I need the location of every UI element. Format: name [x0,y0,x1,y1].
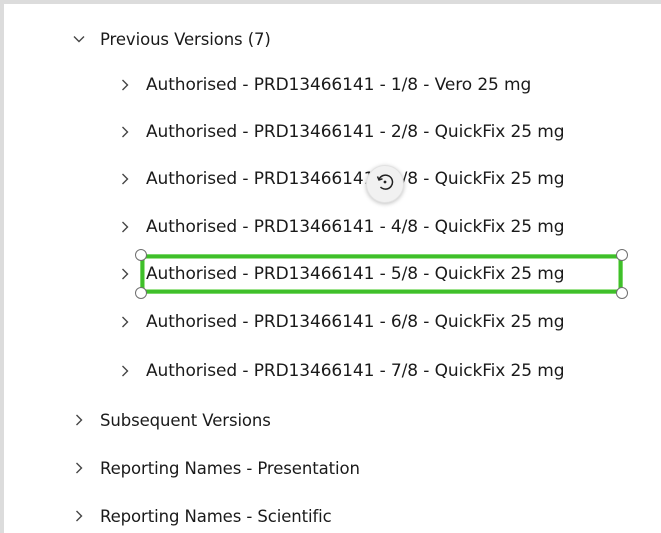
chevron-right-icon[interactable] [118,315,132,329]
chevron-right-icon[interactable] [72,509,86,523]
tree-node-label: Authorised - PRD13466141 - 7/8 - QuickFi… [146,361,565,381]
resize-handle-top-left[interactable] [135,249,147,261]
resize-handle-bottom-left[interactable] [135,287,147,299]
resize-handle-bottom-right[interactable] [616,287,628,299]
chevron-right-icon[interactable] [118,78,132,92]
tree-node-version[interactable]: Authorised - PRD13466141 - 4/8 - QuickFi… [118,212,565,242]
tree-node-label: Authorised - PRD13466141 - 6/8 - QuickFi… [146,312,565,332]
tree-node-label: Authorised - PRD13466141 - 4/8 - QuickFi… [146,217,565,237]
tree-node-label: Subsequent Versions [100,410,271,430]
tree-node-previous-versions[interactable]: Previous Versions (7) [72,24,271,54]
chevron-down-icon[interactable] [72,32,86,46]
tree-node-version[interactable]: Authorised - PRD13466141 - 1/8 - Vero 25… [118,70,531,100]
tree-node-version[interactable]: Authorised - PRD13466141 - 7/8 - QuickFi… [118,356,565,386]
tree-node-label: Authorised - PRD13466141 - 2/8 - QuickFi… [146,122,565,142]
rotate-button[interactable] [366,165,404,203]
tree-node-version[interactable]: Authorised - PRD13466141 - 6/8 - QuickFi… [118,307,565,337]
chevron-right-icon[interactable] [118,267,132,281]
tree-node-label: Reporting Names - Scientific [100,506,332,526]
selection-box[interactable] [140,254,623,294]
tree-node-reporting-names-scientific[interactable]: Reporting Names - Scientific [72,501,332,531]
chevron-right-icon[interactable] [72,413,86,427]
chevron-right-icon[interactable] [118,364,132,378]
tree-node-version[interactable]: Authorised - PRD13466141 - 2/8 - QuickFi… [118,117,565,147]
chevron-right-icon[interactable] [118,172,132,186]
rotate-icon [374,171,396,197]
tree-node-label: Authorised - PRD13466141 - 1/8 - Vero 25… [146,75,532,95]
tree-node-reporting-names-presentation[interactable]: Reporting Names - Presentation [72,453,360,483]
resize-handle-top-right[interactable] [616,249,628,261]
chevron-right-icon[interactable] [118,125,132,139]
tree-node-label: Previous Versions (7) [100,29,271,49]
tree-node-subsequent-versions[interactable]: Subsequent Versions [72,405,271,435]
tree-node-label: Reporting Names - Presentation [100,458,360,478]
tree-node-label: Authorised - PRD13466141 - 3/8 - QuickFi… [146,169,565,189]
chevron-right-icon[interactable] [72,461,86,475]
tree-node-version[interactable]: Authorised - PRD13466141 - 3/8 - QuickFi… [118,164,565,194]
chevron-right-icon[interactable] [118,220,132,234]
